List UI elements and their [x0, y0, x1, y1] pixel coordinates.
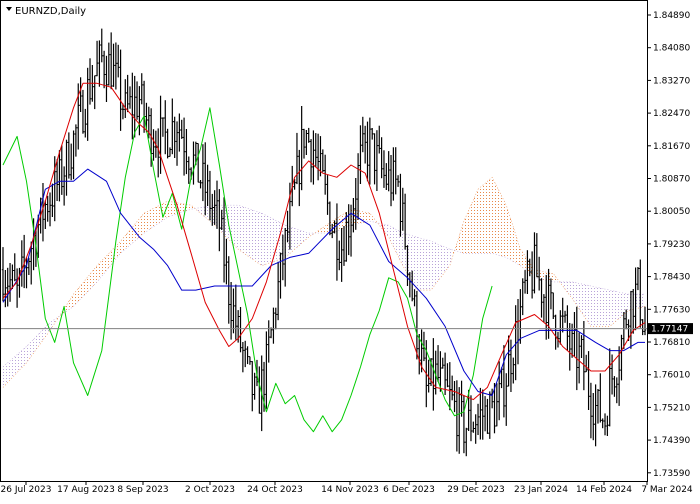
x-tick-label: 6 Dec 2023 — [383, 485, 435, 495]
x-tick-label: 26 Jul 2023 — [1, 485, 52, 495]
y-tick-label: 1.78430 — [653, 273, 690, 283]
x-tick-label: 7 Mar 2024 — [641, 485, 693, 495]
y-tick-label: 1.80870 — [653, 175, 690, 185]
y-tick-label: 1.84890 — [653, 11, 690, 21]
y-tick-label: 1.77630 — [653, 305, 690, 315]
y-tick-label: 1.76010 — [653, 371, 690, 381]
x-tick-label: 14 Feb 2024 — [576, 485, 632, 495]
current-price-box: 1.77147 — [648, 323, 693, 335]
y-tick-label: 1.84080 — [653, 44, 690, 54]
chart-svg: 1.84890 1.84080 1.83270 1.82470 1.81670 1.808… — [0, 0, 700, 500]
y-axis: 1.84890 1.84080 1.83270 1.82470 1.81670 1.808… — [647, 11, 690, 479]
chart-window: 1.84890 1.84080 1.83270 1.82470 1.81670 1.808… — [0, 0, 700, 500]
y-tick-label: 1.83270 — [653, 76, 690, 86]
current-price-label: 1.77147 — [651, 325, 688, 335]
y-tick-label: 1.82470 — [653, 109, 690, 119]
x-tick-label: 23 Jan 2024 — [514, 485, 568, 495]
x-tick-label: 14 Nov 2023 — [321, 485, 379, 495]
y-tick-label: 1.75210 — [653, 403, 690, 413]
y-tick-label: 1.81670 — [653, 142, 690, 152]
x-tick-label: 29 Dec 2023 — [447, 485, 505, 495]
x-tick-label: 8 Sep 2023 — [117, 485, 168, 495]
y-tick-label: 1.80050 — [653, 207, 690, 217]
y-tick-label: 1.74390 — [653, 436, 690, 446]
x-tick-label: 2 Oct 2023 — [185, 485, 235, 495]
y-tick-label: 1.79230 — [653, 240, 690, 250]
y-tick-label: 1.73590 — [653, 469, 690, 479]
x-tick-label: 24 Oct 2023 — [247, 485, 303, 495]
chart-title: EURNZD,Daily — [6, 6, 86, 17]
x-tick-label: 17 Aug 2023 — [57, 485, 115, 495]
y-tick-label: 1.76810 — [653, 338, 690, 348]
symbol-title: EURNZD,Daily — [15, 6, 86, 17]
